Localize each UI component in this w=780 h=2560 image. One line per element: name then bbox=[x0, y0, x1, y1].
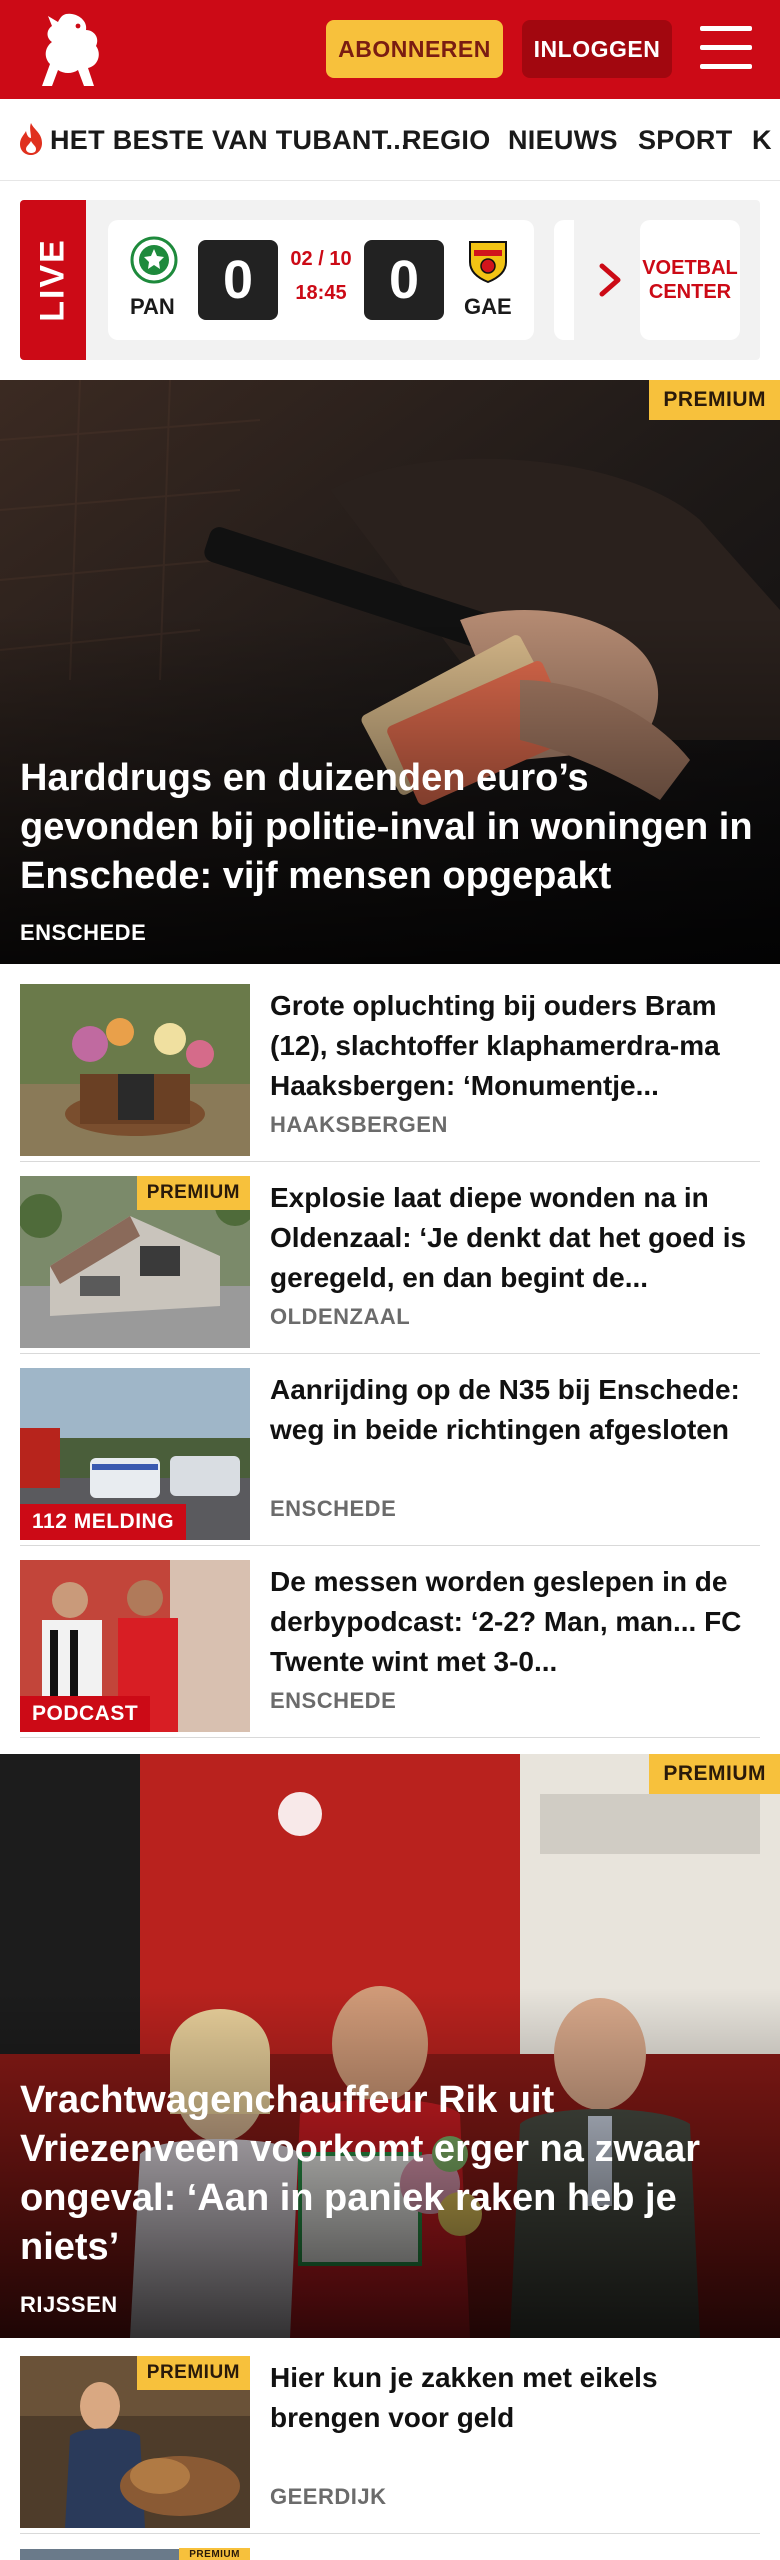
article-location: OLDENZAAL bbox=[270, 1304, 411, 1329]
live-scores-bar: LIVE PAN 0 02 / 10 18:45 0 GAE VOETBAL C… bbox=[20, 200, 760, 360]
category-label-112: 112 MELDING bbox=[20, 1504, 187, 1540]
menu-icon[interactable] bbox=[700, 26, 752, 70]
list-item[interactable]: 112 MELDING Aanrijding op de N35 bij Ens… bbox=[20, 1368, 760, 1546]
match-card[interactable]: PAN 0 02 / 10 18:45 0 GAE bbox=[108, 220, 534, 340]
article-location: GEERDIJK bbox=[270, 2484, 387, 2509]
article-location: HAAKSBERGEN bbox=[270, 1112, 448, 1137]
nav-item-het-beste[interactable]: HET BESTE VAN TUBANT... bbox=[50, 125, 409, 156]
article-location: ENSCHEDE bbox=[270, 1496, 397, 1521]
article-thumbnail: PREMIUM bbox=[20, 1176, 250, 1348]
section-nav: HET BESTE VAN TUBANT... REGIO NIEUWS SPO… bbox=[0, 99, 780, 181]
list-item[interactable]: Grote opluchting bij ouders Bram (12), s… bbox=[20, 984, 760, 1162]
home-team-abbr: PAN bbox=[130, 294, 175, 319]
live-tag: LIVE bbox=[20, 200, 86, 360]
premium-badge: PREMIUM bbox=[649, 1754, 780, 1794]
article-thumbnail bbox=[20, 984, 250, 1156]
tubantia-horse-logo[interactable] bbox=[36, 8, 108, 92]
article-thumbnail: 112 MELDING bbox=[20, 1368, 250, 1540]
hero-article[interactable]: PREMIUM Vrachtwagenchauffeur Rik uit Vri… bbox=[0, 1754, 780, 2338]
site-header: ABONNEREN INLOGGEN bbox=[0, 0, 780, 99]
article-title[interactable]: Aanrijding op de N35 bij Enschede: weg i… bbox=[270, 1370, 760, 1450]
subscribe-button[interactable]: ABONNEREN bbox=[326, 20, 503, 78]
article-title[interactable]: Explosie laat diepe wonden na in Oldenza… bbox=[270, 1178, 760, 1298]
nav-item-partial[interactable]: K bbox=[752, 125, 772, 156]
match-date: 02 / 10 bbox=[290, 248, 352, 270]
list-item[interactable]: PREMIUM Explosie laat diepe wonden na in… bbox=[20, 1176, 760, 1354]
article-title[interactable]: Hier kun je zakken met eikels brengen vo… bbox=[270, 2358, 760, 2438]
match-time: 18:45 bbox=[295, 282, 347, 304]
nav-item-regio[interactable]: REGIO bbox=[402, 125, 491, 156]
hero-location: RIJSSEN bbox=[20, 2292, 118, 2317]
article-location: ENSCHEDE bbox=[270, 1688, 397, 1713]
premium-badge: PREMIUM bbox=[136, 2356, 250, 2390]
hero-location: ENSCHEDE bbox=[20, 920, 147, 945]
premium-badge: PREMIUM bbox=[136, 1176, 250, 1210]
article-thumbnail: PREMIUM bbox=[20, 2356, 250, 2528]
next-match-card-partial[interactable] bbox=[554, 220, 574, 340]
list-item[interactable]: PREMIUM Hier kun je zakken met eikels br… bbox=[20, 2356, 760, 2534]
nav-item-sport[interactable]: SPORT bbox=[638, 125, 733, 156]
login-button[interactable]: INLOGGEN bbox=[522, 20, 672, 78]
premium-badge: PREMIUM bbox=[179, 2548, 250, 2560]
nav-item-nieuws[interactable]: NIEUWS bbox=[508, 125, 618, 156]
list-item[interactable]: PODCAST De messen worden geslepen in de … bbox=[20, 1560, 760, 1738]
hero-article[interactable]: PREMIUM Harddrugs en duizenden euro’s ge… bbox=[0, 380, 780, 964]
category-label-podcast: PODCAST bbox=[20, 1696, 151, 1732]
hero-title[interactable]: Harddrugs en duizenden euro’s gevonden b… bbox=[20, 754, 760, 901]
list-item-partial[interactable]: PREMIUM bbox=[20, 2548, 760, 2560]
article-title[interactable]: Grote opluchting bij ouders Bram (12), s… bbox=[270, 986, 760, 1106]
flame-icon bbox=[20, 123, 42, 155]
article-thumbnail: PODCAST bbox=[20, 1560, 250, 1732]
article-thumbnail: PREMIUM bbox=[20, 2548, 250, 2560]
hero-title[interactable]: Vrachtwagenchauffeur Rik uit Vriezenveen… bbox=[20, 2076, 760, 2272]
voetbal-center-link[interactable]: VOETBAL CENTER bbox=[640, 220, 740, 340]
home-score: 0 bbox=[198, 240, 278, 320]
chevron-right-icon[interactable] bbox=[592, 260, 628, 300]
panathinaikos-logo-icon bbox=[130, 236, 178, 284]
article-title[interactable]: De messen worden geslepen in de derbypod… bbox=[270, 1562, 760, 1682]
away-score: 0 bbox=[364, 240, 444, 320]
away-team-abbr: GAE bbox=[464, 294, 512, 319]
premium-badge: PREMIUM bbox=[649, 380, 780, 420]
go-ahead-eagles-logo-icon bbox=[469, 241, 507, 284]
